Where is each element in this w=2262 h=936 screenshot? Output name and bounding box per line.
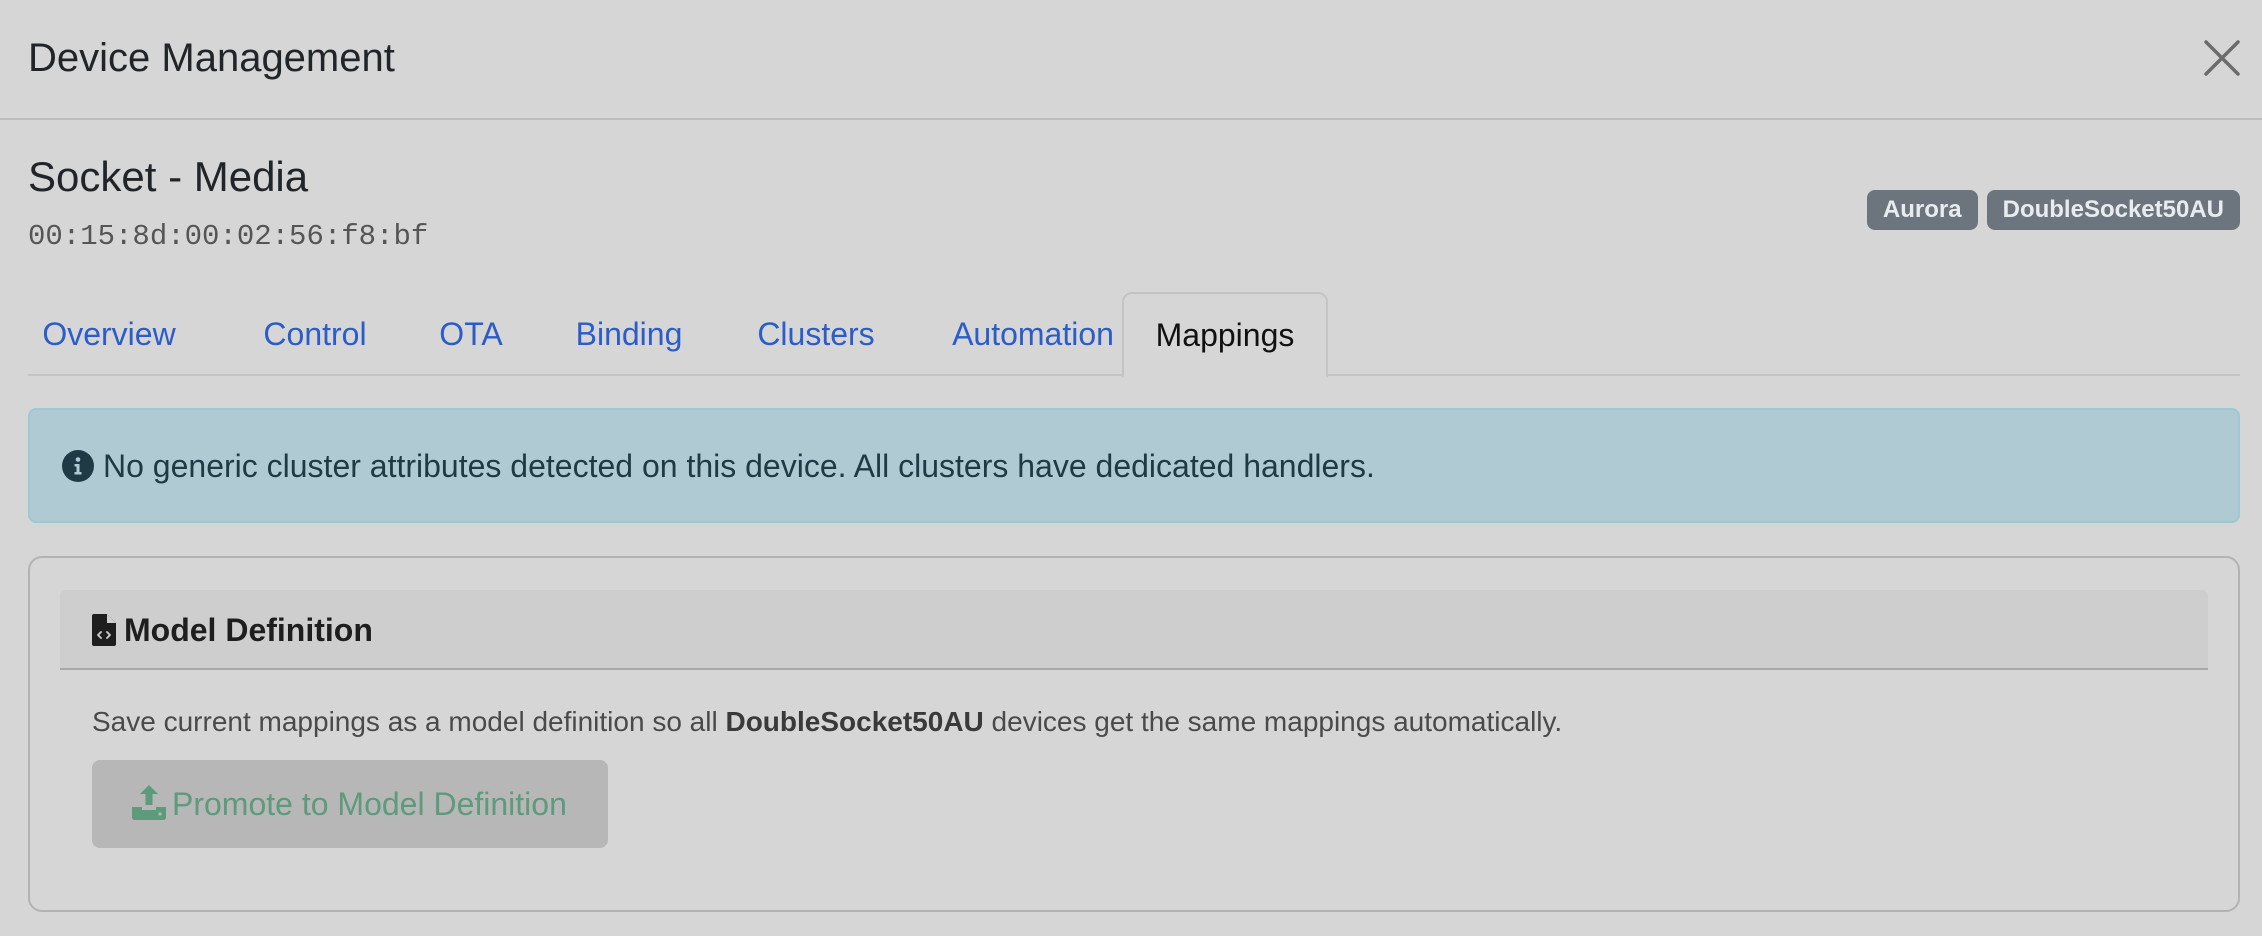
upload-icon [132,785,166,820]
description-model-name: DoubleSocket50AU [725,706,984,737]
promote-to-model-definition-button[interactable]: Promote to Model Definition [92,760,608,848]
tab-ota[interactable]: OTA [431,292,511,376]
file-code-icon [92,614,116,646]
close-button[interactable] [2202,38,2242,78]
alert-message: No generic cluster attributes detected o… [103,448,1375,484]
tab-overview[interactable]: Overview [34,292,184,376]
info-alert: No generic cluster attributes detected o… [28,408,2240,523]
modal-header: Device Management [0,0,2262,120]
description-text-before: Save current mappings as a model definit… [92,706,726,737]
card-title: Model Definition [124,612,373,648]
close-icon [2204,40,2240,76]
device-name: Socket - Media [28,153,309,200]
tab-mappings[interactable]: Mappings [1122,292,1328,378]
model-badge: DoubleSocket50AU [1986,190,2240,230]
device-mac-address: 00:15:8d:00:02:56:f8:bf [28,220,429,253]
card-description: Save current mappings as a model definit… [92,704,1562,740]
info-circle-icon [62,450,94,482]
promote-button-label: Promote to Model Definition [172,786,567,822]
modal-title: Device Management [28,36,395,80]
tab-control[interactable]: Control [252,292,378,376]
tab-automation[interactable]: Automation [923,292,1143,376]
card-header: Model Definition [60,590,2208,670]
tab-binding[interactable]: Binding [564,292,694,376]
model-definition-card: Model Definition Save current mappings a… [28,556,2240,912]
description-text-after: devices get the same mappings automatica… [983,706,1563,737]
vendor-badge: Aurora [1866,190,1978,230]
device-tabs: Overview Control OTA Binding Clusters Au… [28,292,2240,378]
tab-clusters[interactable]: Clusters [741,292,891,376]
device-badges: Aurora DoubleSocket50AU [1866,190,2240,230]
